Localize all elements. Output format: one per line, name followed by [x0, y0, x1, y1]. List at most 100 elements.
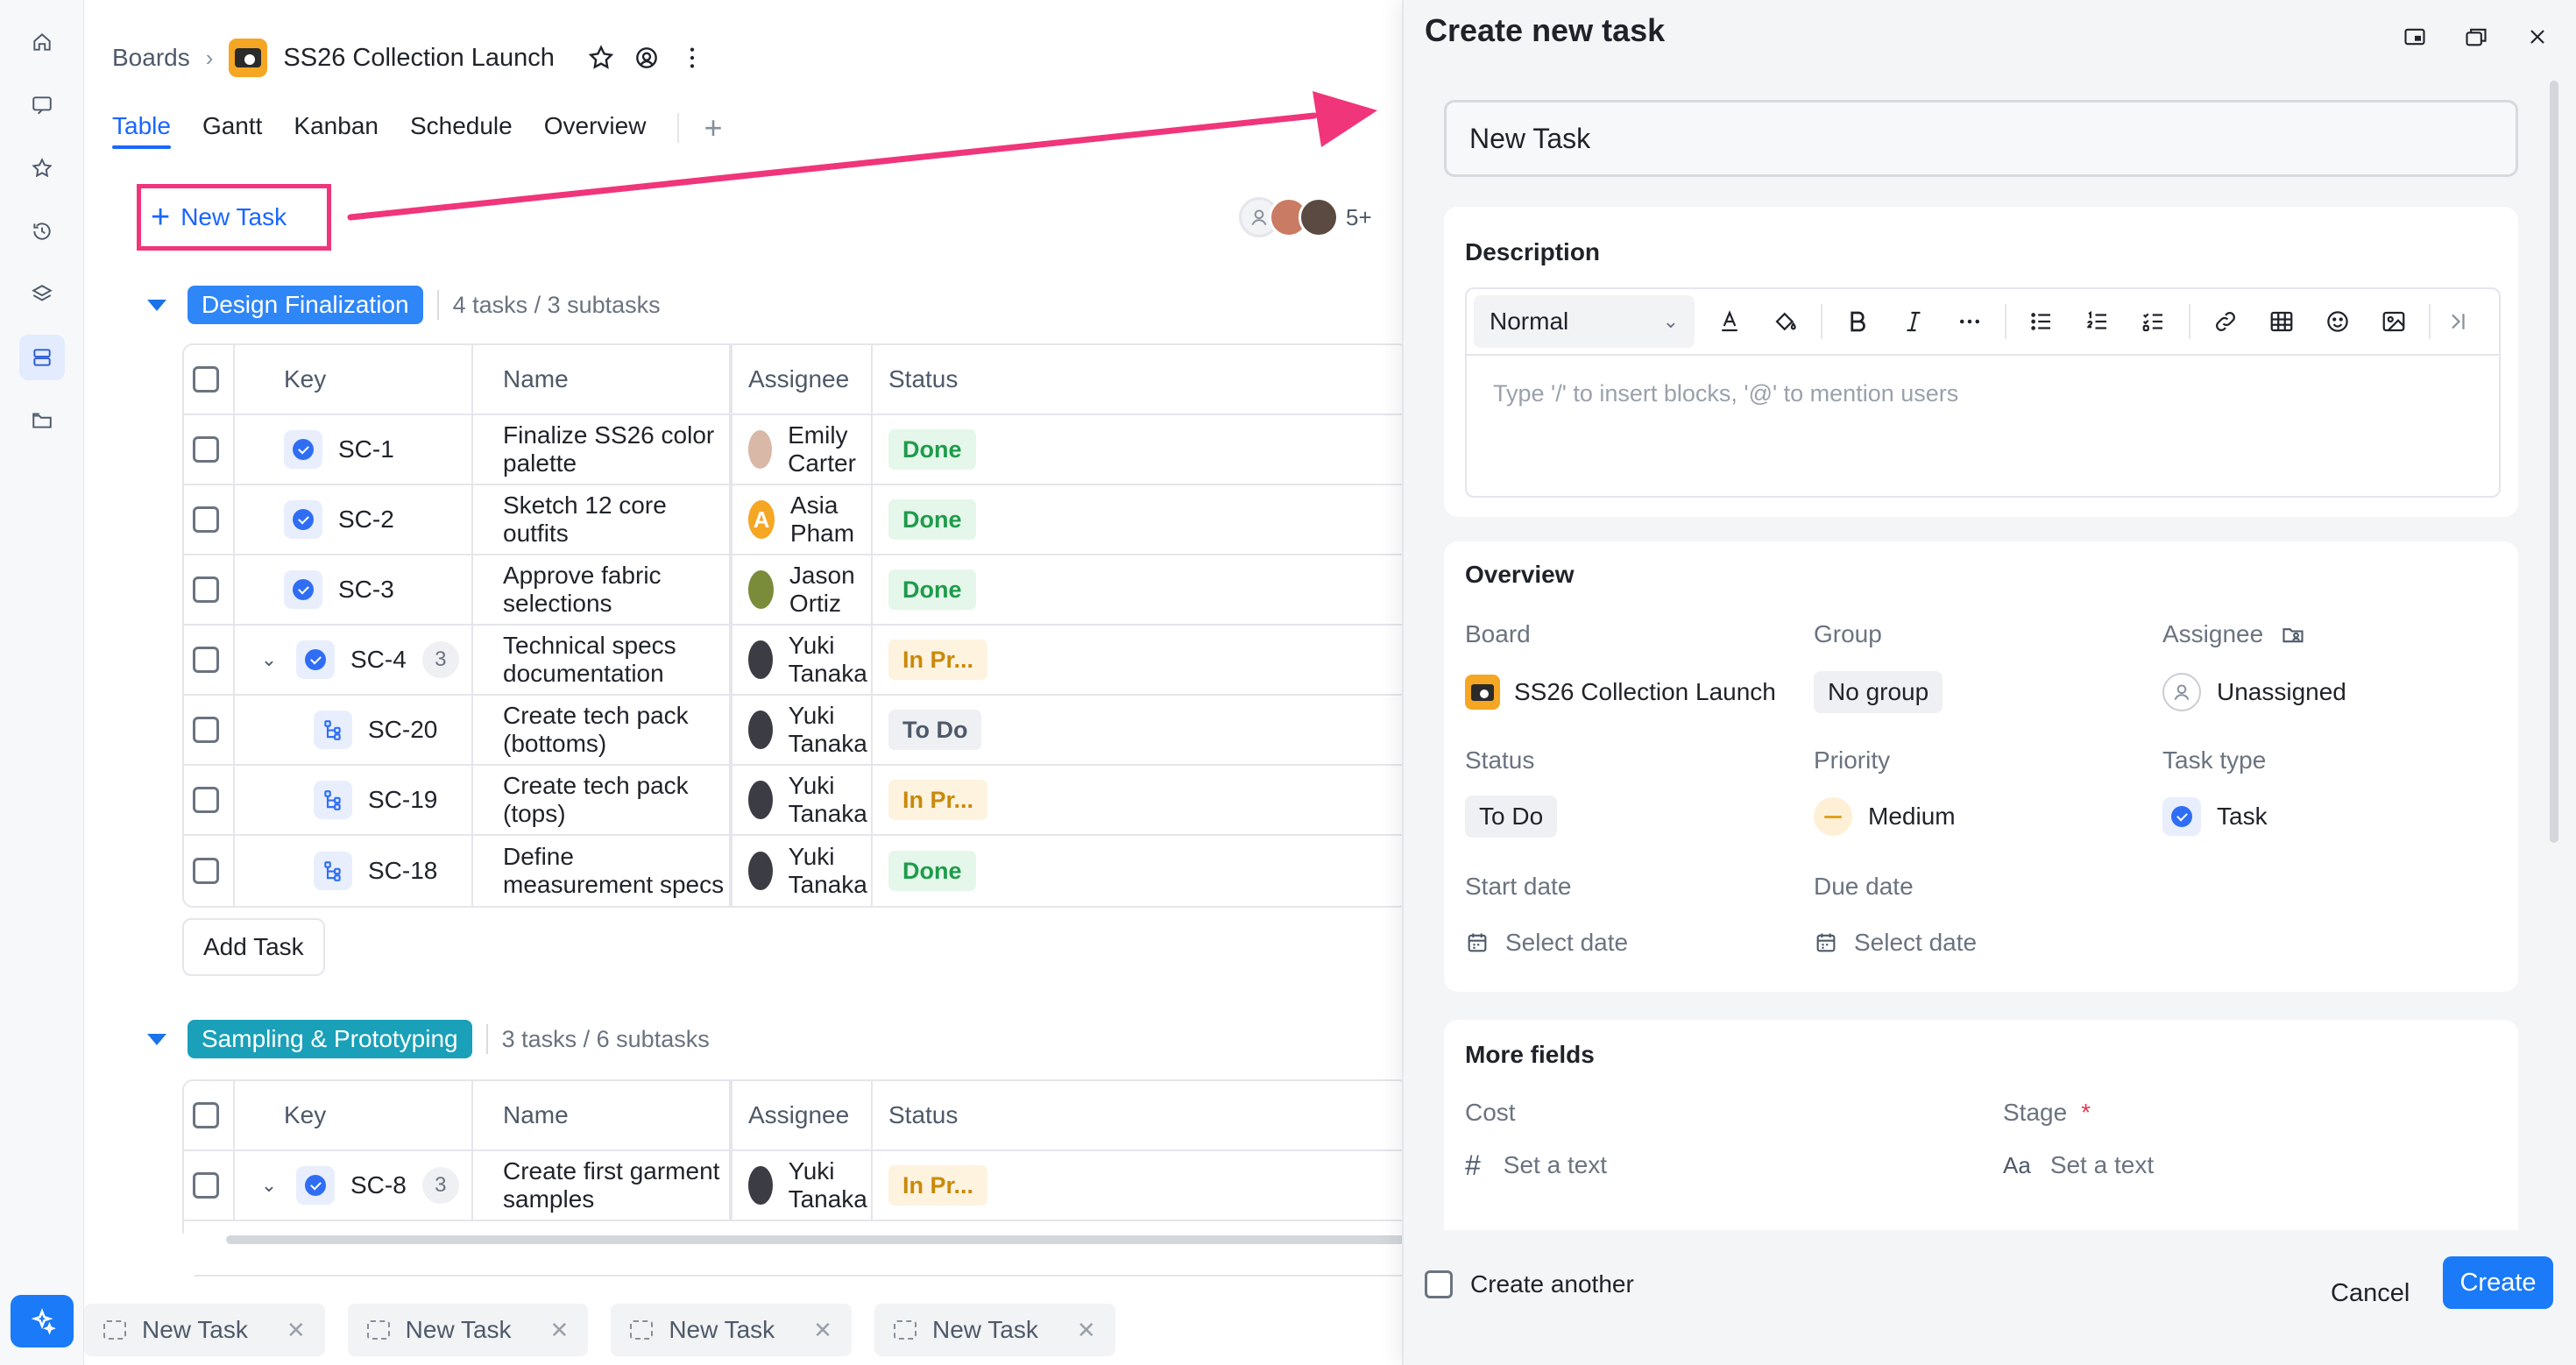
assign-team-icon[interactable]	[2281, 622, 2305, 647]
row-checkbox[interactable]	[193, 717, 219, 743]
status-badge[interactable]: Done	[888, 569, 976, 610]
member-avatars[interactable]: 5+	[1239, 194, 1372, 240]
assignee-name[interactable]: Yuki Tanaka	[789, 772, 871, 828]
add-task-button[interactable]: Add Task	[182, 918, 325, 976]
status-badge[interactable]: In Pr...	[888, 640, 988, 680]
more-horizontal-icon[interactable]	[1949, 301, 1991, 343]
status-badge[interactable]: To Do	[888, 710, 982, 750]
bottom-tab[interactable]: New Task ✕	[84, 1304, 325, 1356]
editor-placeholder[interactable]: Type '/' to insert blocks, '@' to mentio…	[1467, 356, 2499, 432]
status-badge[interactable]: In Pr...	[888, 1165, 988, 1206]
image-icon[interactable]	[2373, 301, 2415, 343]
task-key[interactable]: SC-3	[338, 576, 394, 604]
task-key[interactable]: SC-19	[368, 786, 437, 814]
board-title[interactable]: SS26 Collection Launch	[283, 44, 555, 73]
cancel-button[interactable]: Cancel	[2331, 1269, 2410, 1318]
assignee-name[interactable]: Yuki Tanaka	[789, 1157, 871, 1213]
col-status[interactable]: Status	[888, 365, 958, 393]
status-field[interactable]: To Do	[1465, 796, 1558, 838]
close-icon[interactable]: ✕	[550, 1317, 570, 1344]
ai-sparkle-icon[interactable]	[11, 1295, 74, 1347]
row-checkbox[interactable]	[193, 647, 219, 673]
task-key[interactable]: SC-8	[350, 1171, 407, 1199]
table-row[interactable]: SC-3 Approve fabric selections Jason Ort…	[184, 555, 1402, 626]
tab-schedule[interactable]: Schedule	[410, 107, 513, 149]
table-icon[interactable]	[2261, 301, 2303, 343]
add-view-icon[interactable]: +	[704, 109, 722, 147]
status-badge[interactable]: In Pr...	[888, 780, 988, 820]
more-vertical-icon[interactable]	[677, 43, 707, 73]
col-assignee[interactable]: Assignee	[748, 1101, 849, 1129]
collapse-caret-icon[interactable]	[147, 299, 166, 311]
chat-icon[interactable]	[19, 82, 65, 128]
create-button[interactable]: Create	[2443, 1256, 2553, 1309]
bottom-tab[interactable]: New Task ✕	[347, 1304, 589, 1356]
bottom-tab[interactable]: New Task ✕	[611, 1304, 852, 1356]
cost-field[interactable]: # Set a text	[1465, 1144, 1607, 1186]
close-icon[interactable]: ✕	[813, 1317, 832, 1344]
start-date-field[interactable]: Select date	[1465, 922, 1628, 964]
select-all-checkbox[interactable]	[193, 366, 219, 393]
highlight-fill-icon[interactable]	[1765, 301, 1807, 343]
board-field[interactable]: SS26 Collection Launch	[1465, 671, 1776, 713]
task-key[interactable]: SC-4	[350, 646, 407, 674]
task-name[interactable]: Define measurement specs	[503, 843, 729, 899]
chevron-down-icon[interactable]: ⌄	[259, 648, 279, 671]
checklist-icon[interactable]	[2133, 301, 2175, 343]
select-all-checkbox[interactable]	[193, 1102, 219, 1128]
close-icon[interactable]	[2520, 19, 2555, 54]
group-tag[interactable]: Design Finalization	[188, 286, 423, 324]
assignee-name[interactable]: Yuki Tanaka	[789, 843, 871, 899]
row-checkbox[interactable]	[193, 576, 219, 603]
row-checkbox[interactable]	[193, 858, 219, 884]
task-name[interactable]: Sketch 12 core outfits	[503, 492, 729, 548]
task-name[interactable]: Create tech pack (tops)	[503, 772, 729, 828]
task-key[interactable]: SC-1	[338, 435, 394, 463]
priority-field[interactable]: Medium	[1814, 796, 1956, 838]
history-icon[interactable]	[19, 209, 65, 254]
task-name[interactable]: Create first garment samples	[503, 1157, 729, 1213]
status-badge[interactable]: Done	[888, 851, 976, 891]
col-name[interactable]: Name	[503, 365, 569, 393]
assignee-name[interactable]: Yuki Tanaka	[789, 632, 871, 688]
group-field[interactable]: No group	[1814, 671, 1943, 713]
col-key[interactable]: Key	[235, 365, 326, 393]
task-name-input[interactable]: New Task	[1444, 100, 2518, 177]
close-icon[interactable]: ✕	[287, 1317, 306, 1344]
assignee-name[interactable]: Emily Carter	[788, 421, 871, 477]
tab-table[interactable]: Table	[112, 107, 171, 149]
group-tag[interactable]: Sampling & Prototyping	[188, 1020, 472, 1058]
table-row[interactable]: SC-2 Sketch 12 core outfits A Asia Pham D…	[184, 485, 1402, 555]
task-name[interactable]: Create tech pack (bottoms)	[503, 702, 729, 758]
horizontal-scrollbar[interactable]	[226, 1235, 1402, 1244]
row-checkbox[interactable]	[193, 506, 219, 533]
star-icon[interactable]	[19, 145, 65, 191]
emoji-icon[interactable]	[2317, 301, 2359, 343]
status-badge[interactable]: Done	[888, 499, 976, 540]
boards-icon[interactable]	[19, 335, 65, 380]
panel-scrollbar[interactable]	[2550, 81, 2558, 843]
window-mode-icon[interactable]	[2459, 19, 2494, 54]
close-icon[interactable]: ✕	[1077, 1317, 1096, 1344]
create-another-option[interactable]: Create another	[1425, 1270, 1634, 1298]
task-key[interactable]: SC-2	[338, 506, 394, 534]
chevron-down-icon[interactable]: ⌄	[259, 1174, 279, 1197]
stage-field[interactable]: Aa Set a text	[2003, 1144, 2154, 1186]
task-name[interactable]: Finalize SS26 color palette	[503, 421, 729, 477]
task-type-field[interactable]: Task	[2162, 796, 2268, 838]
row-checkbox[interactable]	[193, 787, 219, 813]
bottom-tab[interactable]: New Task ✕	[874, 1304, 1115, 1356]
create-another-checkbox[interactable]	[1425, 1270, 1453, 1298]
col-name[interactable]: Name	[503, 1101, 569, 1129]
side-panel-icon[interactable]	[2397, 19, 2432, 54]
tab-overview[interactable]: Overview	[544, 107, 647, 149]
link-icon[interactable]	[2204, 301, 2247, 343]
collapse-caret-icon[interactable]	[147, 1033, 166, 1045]
layers-icon[interactable]	[19, 272, 65, 317]
table-row[interactable]: SC-20 Create tech pack (bottoms) Yuki Ta…	[184, 696, 1402, 766]
home-icon[interactable]	[19, 19, 65, 65]
table-row[interactable]: SC-1 Finalize SS26 color palette Emily C…	[184, 415, 1402, 485]
numbered-list-icon[interactable]	[2077, 301, 2119, 343]
breadcrumb-root[interactable]: Boards	[112, 44, 190, 72]
col-status[interactable]: Status	[888, 1101, 958, 1129]
